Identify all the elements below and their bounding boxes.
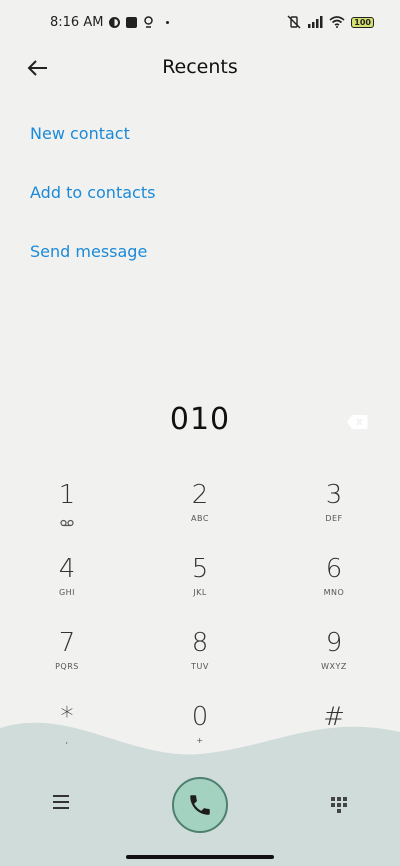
key-2[interactable]: 2 ABC: [150, 478, 250, 548]
key-digit: 6: [325, 554, 343, 584]
signal-icon: [308, 16, 323, 28]
key-8[interactable]: 8 TUV: [150, 626, 250, 696]
key-digit: 2: [191, 480, 209, 510]
header: Recents: [0, 48, 400, 88]
voicemail-icon: [60, 519, 74, 527]
app-notification-icon: [126, 16, 138, 28]
vibrate-off-icon: [287, 15, 301, 29]
key-star[interactable]: * ,: [17, 700, 117, 770]
key-letters: +: [196, 736, 204, 745]
page-title: Recents: [162, 56, 238, 78]
menu-icon[interactable]: [52, 794, 70, 810]
key-7[interactable]: 7 PQRS: [17, 626, 117, 696]
key-1[interactable]: 1: [17, 478, 117, 548]
battery-icon: 100: [351, 16, 374, 28]
action-list: New contact Add to contacts Send message: [30, 120, 155, 297]
key-letters: JKL: [193, 588, 207, 597]
dialed-number: 010: [169, 402, 231, 437]
more-notifications-icon: [166, 20, 170, 24]
data-saver-icon: [109, 16, 121, 28]
new-contact-link[interactable]: New contact: [30, 120, 155, 179]
key-letters: WXYZ: [321, 662, 347, 671]
key-9[interactable]: 9 WXYZ: [284, 626, 384, 696]
key-3[interactable]: 3 DEF: [284, 478, 384, 548]
key-digit: 3: [325, 480, 343, 510]
home-indicator[interactable]: [126, 855, 274, 859]
call-button[interactable]: [172, 777, 228, 833]
phone-icon: [190, 795, 210, 815]
wifi-icon: [329, 16, 345, 28]
key-4[interactable]: 4 GHI: [17, 552, 117, 622]
key-letters: DEF: [325, 514, 343, 523]
key-digit: 4: [58, 554, 76, 584]
key-letters: [284, 736, 384, 746]
key-digit: 7: [58, 628, 76, 658]
key-6[interactable]: 6 MNO: [284, 552, 384, 622]
add-to-contacts-link[interactable]: Add to contacts: [30, 179, 155, 238]
key-letters: MNO: [323, 588, 345, 597]
key-digit: 9: [325, 628, 343, 658]
status-left: 8:16 AM: [50, 14, 170, 30]
status-bar: 8:16 AM 100: [0, 0, 400, 44]
key-letters: ,: [65, 736, 69, 745]
key-letters: PQRS: [55, 662, 79, 671]
key-digit: *: [60, 702, 74, 732]
key-digit: 5: [191, 554, 209, 584]
key-0[interactable]: 0 +: [150, 700, 250, 770]
key-letters: ABC: [191, 514, 209, 523]
backspace-icon[interactable]: [346, 414, 368, 430]
key-letters: GHI: [58, 588, 76, 597]
dialpad-icon[interactable]: [330, 796, 348, 814]
key-letters: TUV: [191, 662, 209, 671]
status-right: 100: [286, 15, 374, 29]
key-hash[interactable]: #: [284, 700, 384, 770]
key-digit: 8: [191, 628, 209, 658]
key-5[interactable]: 5 JKL: [150, 552, 250, 622]
status-time: 8:16 AM: [50, 14, 104, 30]
key-digit: #: [323, 702, 345, 732]
key-digit: 1: [58, 480, 76, 510]
send-message-link[interactable]: Send message: [30, 238, 155, 297]
location-icon: [144, 16, 154, 28]
key-digit: 0: [191, 702, 209, 732]
